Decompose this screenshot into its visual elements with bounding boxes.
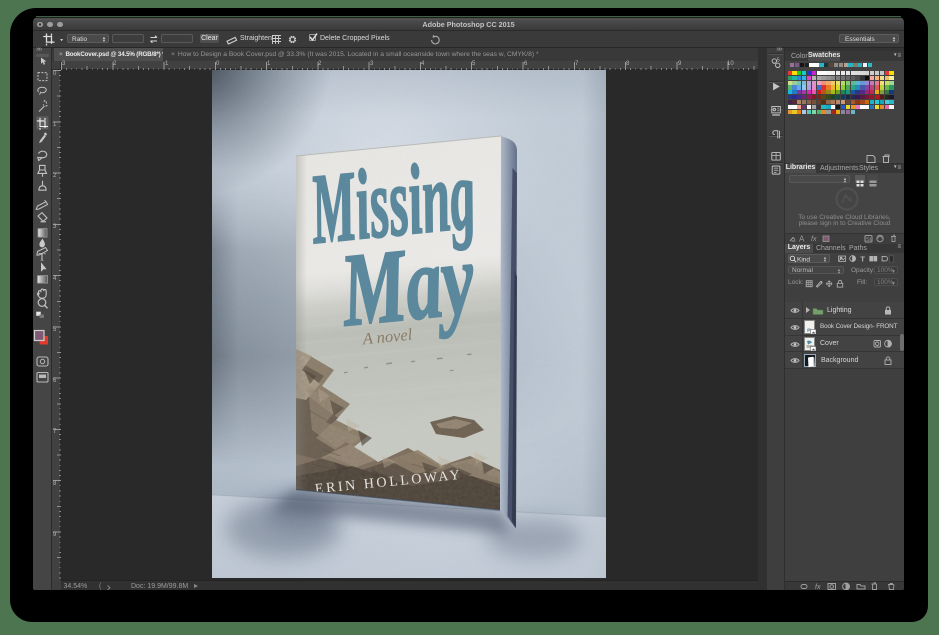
svg-text:T: T bbox=[860, 254, 865, 263]
svg-text:St: St bbox=[866, 237, 872, 243]
svg-text:fx: fx bbox=[815, 584, 821, 590]
svg-text:fx: fx bbox=[811, 236, 817, 243]
svg-text:5: 5 bbox=[777, 57, 780, 63]
svg-text:T: T bbox=[39, 251, 46, 263]
svg-text:A: A bbox=[799, 235, 805, 244]
